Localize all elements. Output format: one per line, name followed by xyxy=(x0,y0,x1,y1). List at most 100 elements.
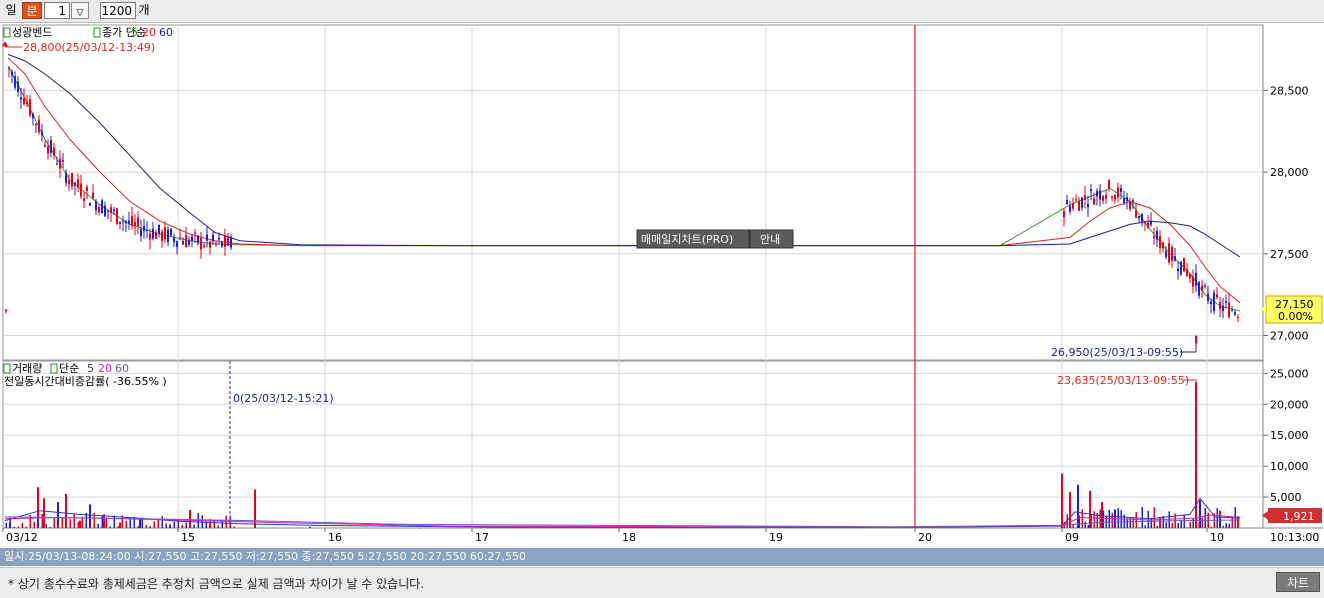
candle-body xyxy=(56,163,58,165)
candle-body xyxy=(1093,198,1095,205)
candle-body xyxy=(1147,222,1149,228)
volume-bar xyxy=(65,522,67,528)
price-tick-label: 27,000 xyxy=(1270,329,1309,342)
volume-bar xyxy=(45,524,47,528)
candle-body xyxy=(74,182,76,186)
candle-body xyxy=(1081,197,1083,208)
checkbox-icon[interactable] xyxy=(3,27,11,38)
checkbox-icon[interactable] xyxy=(93,27,101,38)
volume-legend-name: 거래량 xyxy=(12,362,42,375)
ma60-legend: 60 xyxy=(159,26,173,39)
candle-body xyxy=(17,81,19,92)
volume-bar xyxy=(1141,506,1143,528)
candle-body xyxy=(1090,189,1092,192)
price-tick-label: 28,000 xyxy=(1270,166,1309,179)
volume-bar xyxy=(1135,512,1137,528)
time-tick-label: 03/12 xyxy=(6,531,38,544)
volume-bar xyxy=(173,521,175,528)
candle-body xyxy=(1231,309,1233,311)
candle-body xyxy=(122,220,124,223)
candle-body xyxy=(116,208,118,225)
candle-body xyxy=(20,97,22,100)
volume-bar xyxy=(1126,518,1128,528)
volume-bar xyxy=(137,525,139,528)
chart-area: 성광벤드 종가 단순 5 20 60 28,800(25/03/12-13:49… xyxy=(2,24,1323,544)
volume-bar xyxy=(1219,516,1221,528)
volume-bar xyxy=(1156,525,1158,528)
time-tick-label: 18 xyxy=(622,531,636,544)
volume-bar xyxy=(53,518,55,528)
volume-bar xyxy=(157,519,159,528)
candle-body xyxy=(1207,293,1209,301)
candle-body xyxy=(95,201,97,211)
footer-bar: * 상기 총수수료와 총제세금은 추정치 금액으로 실제 금액과 차이가 날 수… xyxy=(0,567,1324,598)
candle-body xyxy=(149,233,151,240)
candle-body xyxy=(50,140,52,153)
volume-tick-label: 5,000 xyxy=(1270,491,1302,504)
time-tick-label: 20 xyxy=(918,531,932,544)
interval-input[interactable]: 1 xyxy=(44,2,70,19)
candle-body xyxy=(125,221,127,224)
volume-bar xyxy=(1114,525,1116,528)
candle-body xyxy=(1195,273,1197,286)
checkbox-icon[interactable] xyxy=(50,363,58,374)
last-volume-value: 1,921 xyxy=(1283,510,1315,523)
candle-body xyxy=(212,234,214,242)
volume-bar xyxy=(1231,516,1233,528)
candle-body xyxy=(77,179,79,188)
volume-bar xyxy=(97,523,99,528)
candle-body xyxy=(1171,246,1173,261)
volume-bar xyxy=(1150,517,1152,528)
volume-bar xyxy=(1192,518,1194,528)
candle-body xyxy=(143,225,145,232)
volume-bar xyxy=(43,498,45,528)
volume-bar xyxy=(25,526,27,528)
candle-body xyxy=(1099,190,1101,200)
volume-bar xyxy=(1198,522,1200,528)
candle-body xyxy=(188,239,190,245)
checkbox-icon[interactable] xyxy=(3,363,11,374)
volume-bar xyxy=(113,515,115,528)
price-panel xyxy=(2,24,1264,361)
volume-bar xyxy=(57,524,59,528)
chart-button[interactable]: 차트 xyxy=(1276,572,1320,592)
time-tick-label: 09 xyxy=(1065,531,1079,544)
candle-body xyxy=(230,236,232,248)
candle-body xyxy=(1189,273,1191,279)
candle-body xyxy=(155,232,157,239)
candle-body xyxy=(1144,221,1146,224)
volume-bar xyxy=(1123,514,1125,528)
volume-bar xyxy=(117,526,119,528)
vol-ma20-legend: 20 xyxy=(98,362,112,375)
fee-notice: * 상기 총수수료와 총제세금은 추정치 금액으로 실제 금액과 차이가 날 수… xyxy=(8,577,425,591)
volume-bar xyxy=(1159,521,1161,528)
volume-bar xyxy=(1171,522,1173,528)
volume-bar xyxy=(1144,525,1146,528)
interval-spin-button[interactable]: ▽ xyxy=(71,2,89,19)
candle-body xyxy=(1087,203,1089,208)
time-axis-end: 10:13:00 xyxy=(1270,531,1319,544)
period-minute-button[interactable]: 분 xyxy=(22,2,42,19)
candle-body xyxy=(23,97,25,105)
candle-body xyxy=(173,237,175,243)
candle-body xyxy=(1234,312,1236,315)
candle-body xyxy=(140,229,142,237)
candle-body xyxy=(1138,215,1140,219)
status-bar: 일시:25/03/13-08:24:00 시:27,550 고:27,550 저… xyxy=(0,548,1324,566)
volume-bar xyxy=(309,526,311,528)
volume-bar xyxy=(1138,527,1140,528)
volume-bar xyxy=(233,526,235,528)
candle-body xyxy=(1168,243,1170,263)
candle-body xyxy=(1063,211,1065,218)
count-input[interactable]: 1200 xyxy=(100,2,136,19)
candle-body xyxy=(86,186,88,191)
volume-bar xyxy=(1228,523,1230,528)
volume-bar xyxy=(89,504,91,528)
period-day-button[interactable]: 일 xyxy=(2,2,20,19)
volume-tick-label: 15,000 xyxy=(1270,429,1309,442)
ma5-legend: 5 xyxy=(131,26,138,39)
candle-body xyxy=(44,144,46,147)
volume-tick-label: 10,000 xyxy=(1270,460,1309,473)
candle-body xyxy=(1186,269,1188,276)
price-high-annotation: 28,800(25/03/12-13:49) xyxy=(23,41,155,54)
